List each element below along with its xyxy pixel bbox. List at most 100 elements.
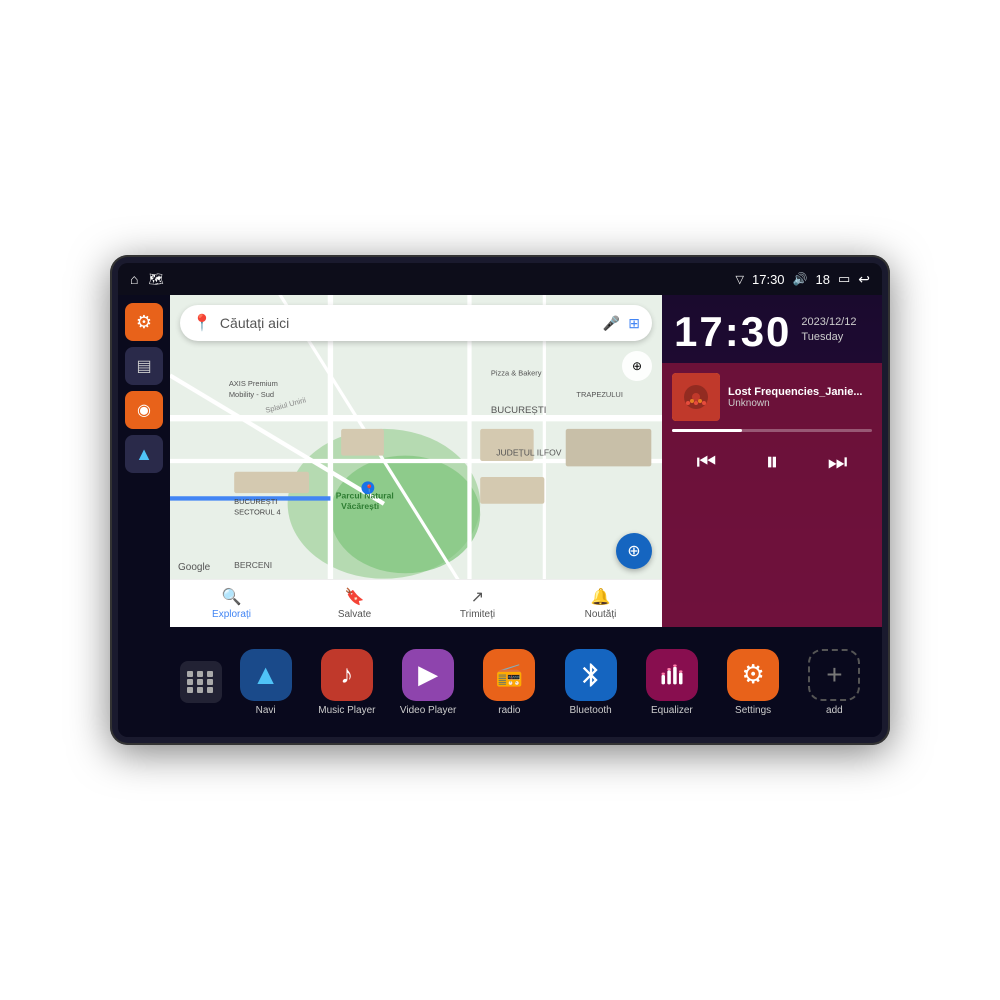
app-equalizer[interactable]: Equalizer [634,649,709,716]
app-bluetooth[interactable]: Bluetooth [553,649,628,716]
google-label: Google [178,562,210,573]
svg-text:JUDEȚUL ILFOV: JUDEȚUL ILFOV [496,448,562,458]
svg-text:Văcărești: Văcărești [341,501,379,511]
device-screen: ⌂ 🗺 ▽ 17:30 🔊 18 ▭ ↩ ⚙ ▤ [118,263,882,737]
map-svg: BUCUREȘTI JUDEȚUL ILFOV BERCENI BUCUREȘT… [170,295,662,627]
settings-icon-box: ⚙ [727,649,779,701]
battery-icon: ▭ [838,271,850,287]
sidebar-apps-btn[interactable]: ▤ [125,347,163,385]
maps-status-icon[interactable]: 🗺 [148,272,163,286]
map-nav-explore[interactable]: 🔍 Explorați [170,587,293,620]
settings-label: Settings [735,705,771,716]
music-player-icon-box: ♪ [321,649,373,701]
svg-text:Mobility - Sud: Mobility - Sud [229,390,274,399]
music-section: Lost Frequencies_Janie... Unknown ⏮ ⏸ ⏭ [662,363,882,627]
all-apps-button[interactable] [180,661,222,703]
map-area[interactable]: BUCUREȘTI JUDEȚUL ILFOV BERCENI BUCUREȘT… [170,295,662,627]
equalizer-icon-box [646,649,698,701]
next-button[interactable]: ⏭ [820,445,856,479]
prev-button[interactable]: ⏮ [689,445,725,479]
app-add[interactable]: + add [797,649,872,716]
explore-label: Explorați [212,609,251,620]
bluetooth-icon-box [565,649,617,701]
svg-text:AXIS Premium: AXIS Premium [229,379,278,388]
explore-icon: 🔍 [222,587,242,607]
map-bottom-nav: 🔍 Explorați 🔖 Salvate ↗ Trimiteți [170,579,662,627]
map-compass[interactable]: ⊕ [622,351,652,381]
music-info: Lost Frequencies_Janie... Unknown [672,373,872,421]
home-icon[interactable]: ⌂ [130,271,138,287]
navi-label: Navi [256,705,276,716]
equalizer-label: Equalizer [651,705,693,716]
add-label: add [826,705,843,716]
center-content: BUCUREȘTI JUDEȚUL ILFOV BERCENI BUCUREȘT… [170,295,882,737]
music-text: Lost Frequencies_Janie... Unknown [728,386,872,409]
search-input-text[interactable]: Căutați aici [220,315,595,331]
location-fab-btn[interactable]: ⊕ [616,533,652,569]
app-video-player[interactable]: ▶ Video Player [391,649,466,716]
music-player-icon: ♪ [340,659,353,690]
app-grid-section: ▲ Navi ♪ Music Player ▶ [170,627,882,737]
volume-icon: 🔊 [793,272,808,286]
map-nav-saved[interactable]: 🔖 Salvate [293,587,416,620]
pause-button[interactable]: ⏸ [757,442,786,482]
device-frame: ⌂ 🗺 ▽ 17:30 🔊 18 ▭ ↩ ⚙ ▤ [110,255,890,745]
map-right-row: BUCUREȘTI JUDEȚUL ILFOV BERCENI BUCUREȘT… [170,295,882,627]
equalizer-svg-icon [658,661,686,689]
video-player-icon-box: ▶ [402,649,454,701]
status-bar-left: ⌂ 🗺 [130,271,164,287]
svg-text:BUCUREȘTI: BUCUREȘTI [234,497,277,506]
clock-time: 17:30 [674,311,791,353]
radio-label: radio [498,705,520,716]
location-icon: ◉ [137,400,151,420]
send-icon: ↗ [471,587,484,607]
grid-icon[interactable]: ⊞ [628,315,640,332]
clock-section: 17:30 2023/12/12 Tuesday [662,295,882,363]
navi-icon: ▲ [252,659,280,691]
maps-pin-icon: 📍 [192,313,212,333]
video-player-label: Video Player [400,705,457,716]
progress-fill [672,429,742,432]
bluetooth-svg-icon [577,661,605,689]
app-navi[interactable]: ▲ Navi [228,649,303,716]
app-settings[interactable]: ⚙ Settings [716,649,791,716]
target-icon: ⊕ [627,541,640,561]
add-icon: + [826,659,842,691]
compass-icon: ⊕ [632,359,642,373]
nav-icon: ▲ [135,444,153,465]
status-time: 17:30 [752,272,785,287]
radio-icon: 📻 [496,662,523,688]
right-panel: 17:30 2023/12/12 Tuesday [662,295,882,627]
bluetooth-label: Bluetooth [569,705,611,716]
map-nav-news[interactable]: 🔔 Noutăți [539,587,662,620]
clock-date-text: 2023/12/12 [801,315,856,330]
back-icon[interactable]: ↩ [858,271,870,288]
map-search-bar[interactable]: 📍 Căutați aici 🎤 ⊞ [180,305,652,341]
svg-text:BERCENI: BERCENI [234,560,272,570]
music-artist: Unknown [728,398,872,409]
settings-icon: ⚙ [741,659,764,690]
video-player-icon: ▶ [418,659,438,690]
saved-icon: 🔖 [345,587,365,607]
navi-icon-box: ▲ [240,649,292,701]
wifi-icon: ▽ [736,273,744,286]
sidebar-settings-btn[interactable]: ⚙ [125,303,163,341]
left-sidebar: ⚙ ▤ ◉ ▲ [118,295,170,737]
music-title: Lost Frequencies_Janie... [728,386,872,398]
clock-day-text: Tuesday [801,330,856,345]
map-nav-send[interactable]: ↗ Trimiteți [416,587,539,620]
app-music-player[interactable]: ♪ Music Player [309,649,384,716]
sidebar-nav-btn[interactable]: ▲ [125,435,163,473]
music-progress-bar[interactable] [672,429,872,432]
svg-text:SECTORUL 4: SECTORUL 4 [234,507,281,516]
mic-icon[interactable]: 🎤 [603,315,620,332]
main-content: ⚙ ▤ ◉ ▲ [118,295,882,737]
status-bar: ⌂ 🗺 ▽ 17:30 🔊 18 ▭ ↩ [118,263,882,295]
battery-number: 18 [816,272,830,287]
clock-date: 2023/12/12 Tuesday [801,311,856,346]
app-radio[interactable]: 📻 radio [472,649,547,716]
news-label: Noutăți [585,609,617,620]
sidebar-map-btn[interactable]: ◉ [125,391,163,429]
add-icon-box: + [808,649,860,701]
send-label: Trimiteți [460,609,495,620]
